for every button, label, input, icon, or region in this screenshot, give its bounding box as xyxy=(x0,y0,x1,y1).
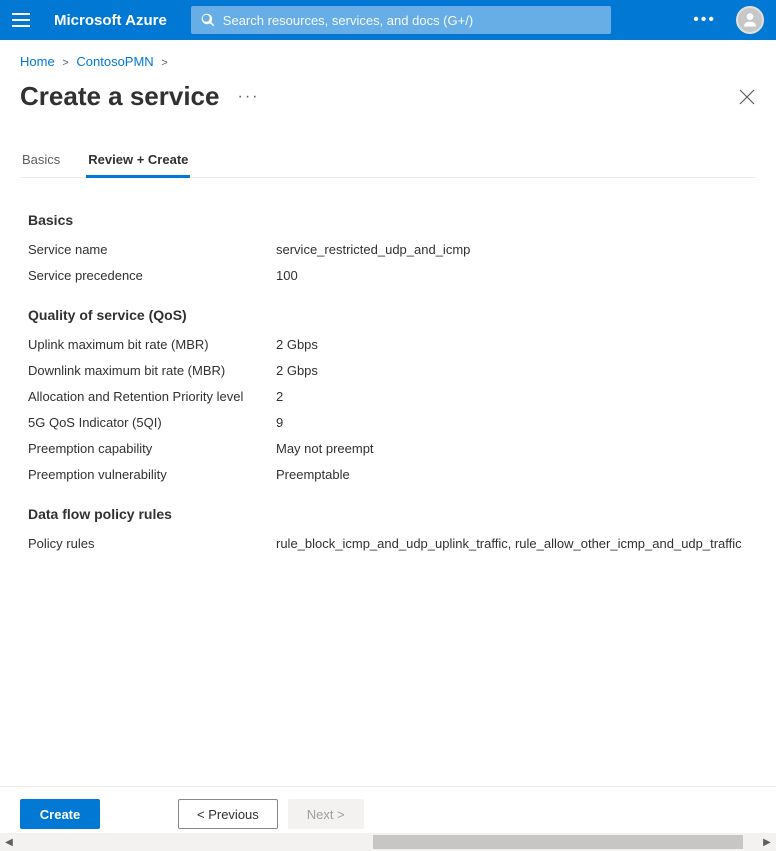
brand-label[interactable]: Microsoft Azure xyxy=(54,12,167,29)
arp-value: 2 xyxy=(276,389,283,404)
tab-basics[interactable]: Basics xyxy=(20,152,62,178)
search-icon xyxy=(201,13,215,27)
topbar: Microsoft Azure Search resources, servic… xyxy=(0,0,776,40)
preempt-cap-value: May not preempt xyxy=(276,441,374,456)
breadcrumb-resource[interactable]: ContosoPMN xyxy=(76,54,153,69)
service-name-label: Service name xyxy=(28,242,276,257)
fqi-value: 9 xyxy=(276,415,283,430)
row-arp: Allocation and Retention Priority level … xyxy=(28,389,756,404)
breadcrumb: Home > ContosoPMN > xyxy=(0,40,776,77)
fqi-label: 5G QoS Indicator (5QI) xyxy=(28,415,276,430)
preempt-vuln-value: Preemptable xyxy=(276,467,350,482)
row-preempt-vulnerability: Preemption vulnerability Preemptable xyxy=(28,467,756,482)
chevron-right-icon: > xyxy=(62,57,68,69)
breadcrumb-home[interactable]: Home xyxy=(20,54,55,69)
more-icon[interactable]: ••• xyxy=(685,11,724,29)
review-content: Basics Service name service_restricted_u… xyxy=(0,178,776,585)
section-qos-heading: Quality of service (QoS) xyxy=(28,307,756,323)
uplink-mbr-label: Uplink maximum bit rate (MBR) xyxy=(28,337,276,352)
scroll-track[interactable] xyxy=(18,833,758,851)
chevron-right-icon: > xyxy=(161,57,167,69)
horizontal-scrollbar[interactable]: ◀ ▶ xyxy=(0,833,776,851)
tab-review-create[interactable]: Review + Create xyxy=(86,152,190,178)
wizard-footer: Create < Previous Next > xyxy=(0,786,776,829)
downlink-mbr-label: Downlink maximum bit rate (MBR) xyxy=(28,363,276,378)
section-policy-heading: Data flow policy rules xyxy=(28,506,756,522)
section-policy: Data flow policy rules Policy rules rule… xyxy=(28,506,756,551)
row-downlink-mbr: Downlink maximum bit rate (MBR) 2 Gbps xyxy=(28,363,756,378)
row-service-name: Service name service_restricted_udp_and_… xyxy=(28,242,756,257)
row-service-precedence: Service precedence 100 xyxy=(28,268,756,283)
arp-label: Allocation and Retention Priority level xyxy=(28,389,276,404)
create-button[interactable]: Create xyxy=(20,799,100,829)
close-button[interactable] xyxy=(738,88,756,106)
policy-rules-label: Policy rules xyxy=(28,536,276,551)
menu-icon[interactable] xyxy=(12,9,34,31)
scroll-right-icon[interactable]: ▶ xyxy=(758,833,776,851)
row-uplink-mbr: Uplink maximum bit rate (MBR) 2 Gbps xyxy=(28,337,756,352)
uplink-mbr-value: 2 Gbps xyxy=(276,337,318,352)
service-precedence-value: 100 xyxy=(276,268,298,283)
next-button: Next > xyxy=(288,799,364,829)
scroll-left-icon[interactable]: ◀ xyxy=(0,833,18,851)
service-precedence-label: Service precedence xyxy=(28,268,276,283)
title-row: Create a service ··· xyxy=(0,77,776,112)
row-preempt-capability: Preemption capability May not preempt xyxy=(28,441,756,456)
person-icon xyxy=(740,10,760,30)
row-fqi: 5G QoS Indicator (5QI) 9 xyxy=(28,415,756,430)
preempt-cap-label: Preemption capability xyxy=(28,441,276,456)
service-name-value: service_restricted_udp_and_icmp xyxy=(276,242,470,257)
close-icon xyxy=(738,88,756,106)
preempt-vuln-label: Preemption vulnerability xyxy=(28,467,276,482)
section-basics-heading: Basics xyxy=(28,212,756,228)
scroll-thumb[interactable] xyxy=(373,835,743,849)
avatar[interactable] xyxy=(736,6,764,34)
previous-button[interactable]: < Previous xyxy=(178,799,278,829)
row-policy-rules: Policy rules rule_block_icmp_and_udp_upl… xyxy=(28,536,756,551)
title-more-icon[interactable]: ··· xyxy=(237,88,259,106)
tabs: Basics Review + Create xyxy=(20,152,756,178)
downlink-mbr-value: 2 Gbps xyxy=(276,363,318,378)
page-title: Create a service xyxy=(20,81,219,112)
section-qos: Quality of service (QoS) Uplink maximum … xyxy=(28,307,756,482)
section-basics: Basics Service name service_restricted_u… xyxy=(28,212,756,283)
search-placeholder: Search resources, services, and docs (G+… xyxy=(223,13,473,28)
policy-rules-value: rule_block_icmp_and_udp_uplink_traffic, … xyxy=(276,536,742,551)
search-input[interactable]: Search resources, services, and docs (G+… xyxy=(191,6,611,34)
